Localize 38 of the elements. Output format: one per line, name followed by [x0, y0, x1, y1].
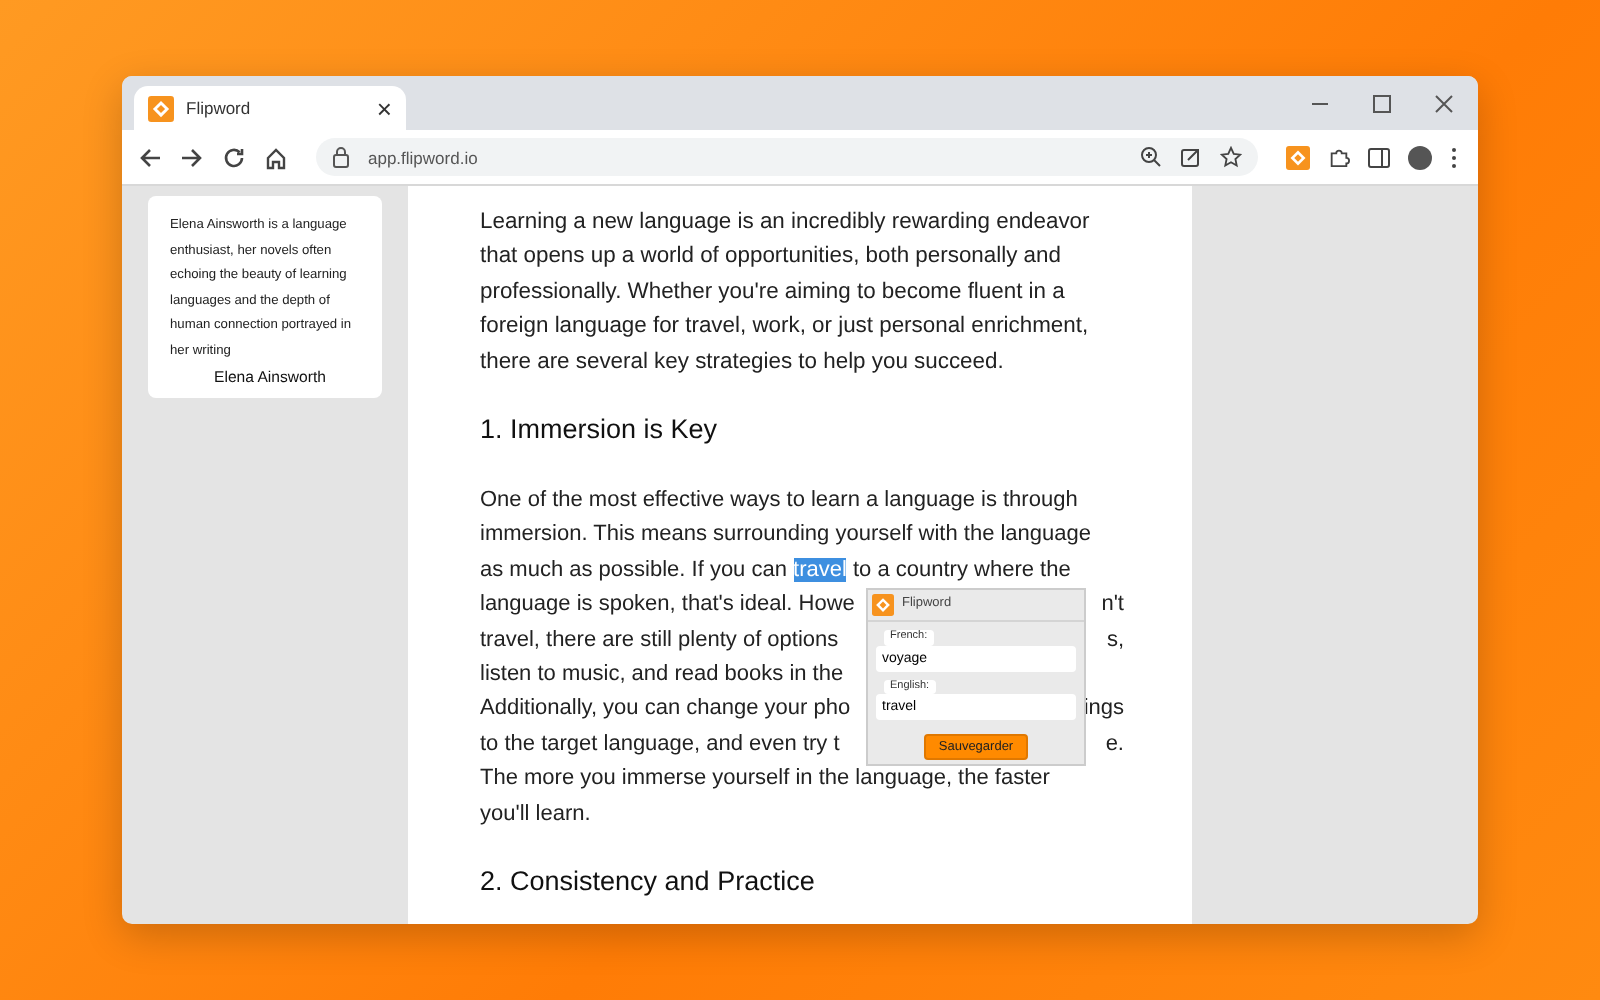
paragraph-line: you'll learn. [480, 799, 591, 830]
close-icon[interactable] [1434, 93, 1454, 113]
paragraph-line: Additionally, you can change your pho [480, 694, 851, 725]
reload-icon[interactable] [222, 145, 246, 169]
browser-tab[interactable]: Flipword × [134, 86, 406, 130]
profile-avatar-icon[interactable] [1408, 145, 1432, 169]
paragraph-line: e. [1105, 729, 1124, 760]
forward-arrow-icon[interactable] [180, 145, 204, 169]
close-tab-button[interactable]: × [376, 95, 392, 121]
star-icon[interactable] [1220, 146, 1242, 168]
section-heading: 1. Immersion is Key [480, 414, 720, 445]
paragraph-line: s, [1106, 625, 1124, 656]
paragraph-line: One of the most effective ways to learn a language is through [480, 486, 1078, 517]
more-menu-icon[interactable] [1450, 145, 1458, 169]
tab-title: Flipword [186, 98, 253, 118]
flipword-logo-icon [872, 594, 894, 617]
paragraph-line: n't [1101, 590, 1124, 621]
zoom-icon[interactable] [1140, 146, 1162, 168]
paragraph-line: language is spoken, that's ideal. Howe [480, 590, 855, 621]
paragraph-line: as much as possible. If you can travel to a country where the [480, 555, 1071, 586]
paragraph-line: travel, there are still plenty of options [480, 625, 839, 656]
address-bar[interactable]: app.flipword.io [316, 138, 1258, 176]
section-heading: 2. Consistency and Practice [480, 866, 817, 897]
side-panel-icon[interactable] [1368, 147, 1390, 167]
paragraph-line: to the target language, and even try t [480, 729, 840, 760]
share-icon[interactable] [1180, 146, 1202, 168]
lock-icon [332, 146, 350, 168]
paragraph-line: The more you immerse yourself in the language, the faster [480, 764, 1050, 795]
puzzle-icon[interactable] [1328, 146, 1350, 168]
flipword-extension-icon [1286, 145, 1310, 169]
paragraph-line: listen to music, and read books in the [480, 660, 844, 691]
maximize-icon[interactable] [1372, 93, 1392, 113]
flipword-logo-icon [148, 95, 174, 121]
back-arrow-icon[interactable] [138, 145, 162, 169]
paragraph-line: immersion. This means surrounding yourself with the language [480, 520, 1092, 551]
paragraph: Learning a new language is an incredibly rewarding endeavor that opens up a world of opportunities, both personally and professionally. Whether you're aiming to become fluent in a foreign language for travel, work, or just personal enrichment, there are several key strategies to help you succeed. [480, 208, 1092, 378]
home-icon[interactable] [264, 145, 288, 169]
url-text: app.flipword.io [368, 147, 478, 167]
